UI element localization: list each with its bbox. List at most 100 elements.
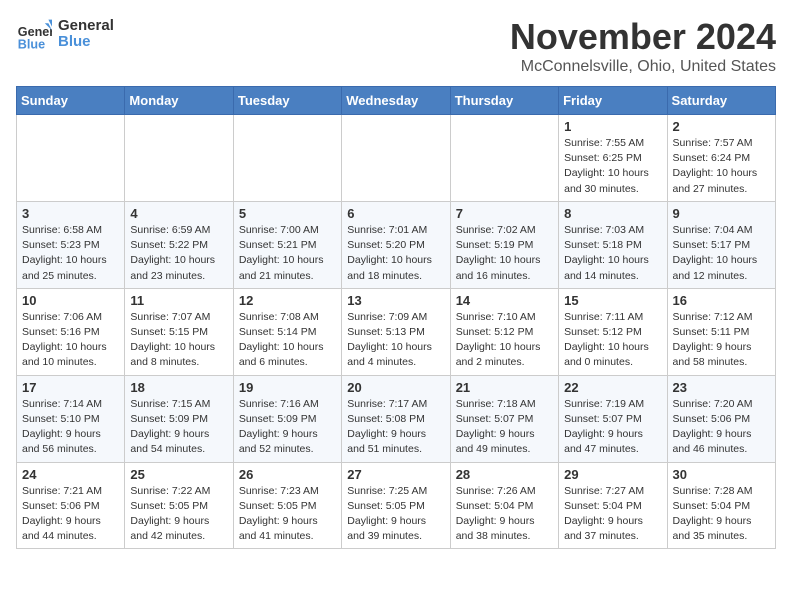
day-info: Sunrise: 7:19 AM Sunset: 5:07 PM Dayligh…: [564, 397, 661, 458]
calendar-cell: 17 Sunrise: 7:14 AM Sunset: 5:10 PM Dayli…: [17, 375, 125, 462]
calendar-cell: 5 Sunrise: 7:00 AM Sunset: 5:21 PM Daylig…: [233, 201, 341, 288]
day-number: 18: [130, 380, 227, 395]
day-number: 22: [564, 380, 661, 395]
calendar-cell: [342, 115, 450, 202]
day-number: 15: [564, 293, 661, 308]
calendar-cell: 28Sunrise: 7:26 AM Sunset: 5:04 PM Dayli…: [450, 462, 558, 549]
calendar-cell: 21Sunrise: 7:18 AM Sunset: 5:07 PM Dayli…: [450, 375, 558, 462]
calendar-cell: 4 Sunrise: 6:59 AM Sunset: 5:22 PM Daylig…: [125, 201, 233, 288]
day-info: Sunrise: 7:55 AM Sunset: 6:25 PM Dayligh…: [564, 136, 661, 197]
day-number: 29: [564, 467, 661, 482]
day-info: Sunrise: 7:57 AM Sunset: 6:24 PM Dayligh…: [673, 136, 770, 197]
page-header: General Blue General Blue November 2024 …: [16, 16, 776, 76]
day-number: 14: [456, 293, 553, 308]
calendar-week-row: 3 Sunrise: 6:58 AM Sunset: 5:23 PM Daylig…: [17, 201, 776, 288]
calendar-week-row: 10Sunrise: 7:06 AM Sunset: 5:16 PM Dayli…: [17, 288, 776, 375]
calendar-cell: 23 Sunrise: 7:20 AM Sunset: 5:06 PM Dayli…: [667, 375, 775, 462]
calendar-cell: 18 Sunrise: 7:15 AM Sunset: 5:09 PM Dayli…: [125, 375, 233, 462]
calendar-cell: 6 Sunrise: 7:01 AM Sunset: 5:20 PM Daylig…: [342, 201, 450, 288]
day-info: Sunrise: 7:28 AM Sunset: 5:04 PM Dayligh…: [673, 484, 770, 545]
day-info: Sunrise: 7:12 AM Sunset: 5:11 PM Dayligh…: [673, 310, 770, 371]
logo-icon: General Blue: [16, 16, 52, 52]
calendar-cell: 22 Sunrise: 7:19 AM Sunset: 5:07 PM Dayli…: [559, 375, 667, 462]
day-info: Sunrise: 7:04 AM Sunset: 5:17 PM Dayligh…: [673, 223, 770, 284]
day-info: Sunrise: 7:03 AM Sunset: 5:18 PM Dayligh…: [564, 223, 661, 284]
day-number: 8: [564, 206, 661, 221]
day-number: 28: [456, 467, 553, 482]
calendar-header-row: SundayMondayTuesdayWednesdayThursdayFrid…: [17, 87, 776, 115]
day-info: Sunrise: 7:07 AM Sunset: 5:15 PM Dayligh…: [130, 310, 227, 371]
day-number: 21: [456, 380, 553, 395]
calendar-header-tuesday: Tuesday: [233, 87, 341, 115]
calendar-table: SundayMondayTuesdayWednesdayThursdayFrid…: [16, 86, 776, 549]
day-info: Sunrise: 7:01 AM Sunset: 5:20 PM Dayligh…: [347, 223, 444, 284]
day-number: 3: [22, 206, 119, 221]
day-number: 13: [347, 293, 444, 308]
day-info: Sunrise: 7:09 AM Sunset: 5:13 PM Dayligh…: [347, 310, 444, 371]
day-info: Sunrise: 7:23 AM Sunset: 5:05 PM Dayligh…: [239, 484, 336, 545]
day-info: Sunrise: 7:11 AM Sunset: 5:12 PM Dayligh…: [564, 310, 661, 371]
day-info: Sunrise: 7:20 AM Sunset: 5:06 PM Dayligh…: [673, 397, 770, 458]
calendar-header-saturday: Saturday: [667, 87, 775, 115]
day-number: 9: [673, 206, 770, 221]
day-number: 11: [130, 293, 227, 308]
calendar-cell: [450, 115, 558, 202]
day-info: Sunrise: 7:06 AM Sunset: 5:16 PM Dayligh…: [22, 310, 119, 371]
day-number: 12: [239, 293, 336, 308]
calendar-cell: 15 Sunrise: 7:11 AM Sunset: 5:12 PM Dayli…: [559, 288, 667, 375]
day-number: 6: [347, 206, 444, 221]
day-info: Sunrise: 7:17 AM Sunset: 5:08 PM Dayligh…: [347, 397, 444, 458]
day-number: 4: [130, 206, 227, 221]
day-number: 1: [564, 119, 661, 134]
day-number: 26: [239, 467, 336, 482]
logo-blue: Blue: [58, 34, 114, 51]
day-info: Sunrise: 6:59 AM Sunset: 5:22 PM Dayligh…: [130, 223, 227, 284]
day-number: 24: [22, 467, 119, 482]
calendar-cell: 8 Sunrise: 7:03 AM Sunset: 5:18 PM Daylig…: [559, 201, 667, 288]
day-number: 30: [673, 467, 770, 482]
day-number: 23: [673, 380, 770, 395]
day-number: 5: [239, 206, 336, 221]
calendar-header-thursday: Thursday: [450, 87, 558, 115]
calendar-cell: 30 Sunrise: 7:28 AM Sunset: 5:04 PM Dayli…: [667, 462, 775, 549]
svg-text:Blue: Blue: [18, 37, 45, 51]
day-number: 7: [456, 206, 553, 221]
calendar-cell: [17, 115, 125, 202]
day-info: Sunrise: 7:00 AM Sunset: 5:21 PM Dayligh…: [239, 223, 336, 284]
calendar-cell: 11 Sunrise: 7:07 AM Sunset: 5:15 PM Dayli…: [125, 288, 233, 375]
day-info: Sunrise: 7:14 AM Sunset: 5:10 PM Dayligh…: [22, 397, 119, 458]
day-info: Sunrise: 7:08 AM Sunset: 5:14 PM Dayligh…: [239, 310, 336, 371]
calendar-header-monday: Monday: [125, 87, 233, 115]
calendar-cell: 20Sunrise: 7:17 AM Sunset: 5:08 PM Dayli…: [342, 375, 450, 462]
day-info: Sunrise: 7:16 AM Sunset: 5:09 PM Dayligh…: [239, 397, 336, 458]
day-info: Sunrise: 7:15 AM Sunset: 5:09 PM Dayligh…: [130, 397, 227, 458]
calendar-cell: 3 Sunrise: 6:58 AM Sunset: 5:23 PM Daylig…: [17, 201, 125, 288]
calendar-week-row: 24Sunrise: 7:21 AM Sunset: 5:06 PM Dayli…: [17, 462, 776, 549]
day-number: 19: [239, 380, 336, 395]
calendar-cell: 12 Sunrise: 7:08 AM Sunset: 5:14 PM Dayli…: [233, 288, 341, 375]
calendar-header-wednesday: Wednesday: [342, 87, 450, 115]
calendar-cell: 2Sunrise: 7:57 AM Sunset: 6:24 PM Daylig…: [667, 115, 775, 202]
calendar-cell: 27Sunrise: 7:25 AM Sunset: 5:05 PM Dayli…: [342, 462, 450, 549]
calendar-cell: 19 Sunrise: 7:16 AM Sunset: 5:09 PM Dayli…: [233, 375, 341, 462]
calendar-cell: 10Sunrise: 7:06 AM Sunset: 5:16 PM Dayli…: [17, 288, 125, 375]
title-section: November 2024 McConnelsville, Ohio, Unit…: [510, 16, 776, 76]
calendar-week-row: 17 Sunrise: 7:14 AM Sunset: 5:10 PM Dayli…: [17, 375, 776, 462]
calendar-cell: 1 Sunrise: 7:55 AM Sunset: 6:25 PM Daylig…: [559, 115, 667, 202]
calendar-cell: 24Sunrise: 7:21 AM Sunset: 5:06 PM Dayli…: [17, 462, 125, 549]
logo: General Blue General Blue: [16, 16, 114, 52]
day-number: 17: [22, 380, 119, 395]
day-number: 27: [347, 467, 444, 482]
day-info: Sunrise: 7:22 AM Sunset: 5:05 PM Dayligh…: [130, 484, 227, 545]
calendar-header-sunday: Sunday: [17, 87, 125, 115]
day-info: Sunrise: 7:10 AM Sunset: 5:12 PM Dayligh…: [456, 310, 553, 371]
calendar-cell: [125, 115, 233, 202]
day-info: Sunrise: 7:27 AM Sunset: 5:04 PM Dayligh…: [564, 484, 661, 545]
calendar-cell: 13 Sunrise: 7:09 AM Sunset: 5:13 PM Dayli…: [342, 288, 450, 375]
calendar-week-row: 1 Sunrise: 7:55 AM Sunset: 6:25 PM Daylig…: [17, 115, 776, 202]
calendar-cell: 7 Sunrise: 7:02 AM Sunset: 5:19 PM Daylig…: [450, 201, 558, 288]
calendar-header-friday: Friday: [559, 87, 667, 115]
calendar-cell: 9 Sunrise: 7:04 AM Sunset: 5:17 PM Daylig…: [667, 201, 775, 288]
day-info: Sunrise: 6:58 AM Sunset: 5:23 PM Dayligh…: [22, 223, 119, 284]
day-info: Sunrise: 7:02 AM Sunset: 5:19 PM Dayligh…: [456, 223, 553, 284]
